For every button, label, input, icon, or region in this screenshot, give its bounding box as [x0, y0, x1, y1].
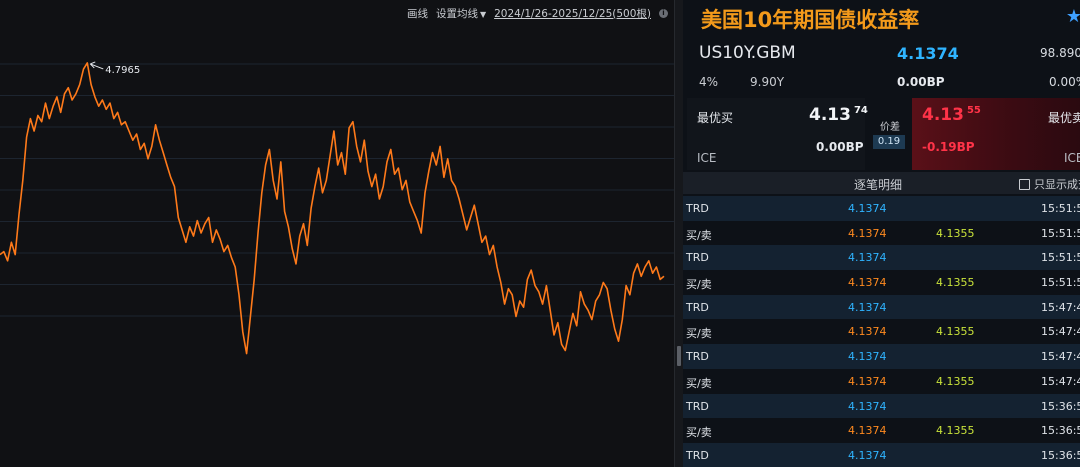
best-ask-change: -0.19BP: [922, 140, 975, 154]
spread-value: 0.19: [873, 135, 905, 149]
tick-time: 15:47:4: [1041, 325, 1080, 339]
tick-type: 买/卖: [686, 278, 712, 292]
clean-price: 98.8906: [1040, 46, 1080, 60]
tick-price-secondary: 4.1355: [936, 424, 975, 438]
best-ask-venue: ICE: [1064, 151, 1080, 165]
tick-detail-list[interactable]: TRD 4.1374 15:51:5 买/卖 4.1374 4.1355 15:51:5 TR…: [683, 196, 1080, 467]
tick-price: 4.1374: [848, 300, 887, 314]
tick-price: 4.1374: [848, 374, 887, 388]
tick-row[interactable]: TRD 4.1374 15:36:5: [683, 393, 1080, 419]
tick-price-secondary: 4.1355: [936, 325, 975, 339]
yield-series-line: [0, 62, 665, 355]
tick-price: 4.1374: [848, 448, 887, 462]
tick-row[interactable]: TRD 4.1374 15:47:4: [683, 294, 1080, 320]
tick-time: 15:51:5: [1041, 226, 1080, 240]
tick-time: 15:47:4: [1041, 300, 1080, 314]
best-bid-change: 0.00BP: [816, 140, 864, 154]
tick-row[interactable]: TRD 4.1374 15:47:4: [683, 344, 1080, 369]
tick-row[interactable]: 买/卖 4.1374 4.1355 15:47:4: [683, 319, 1080, 345]
tick-price: 4.1374: [848, 251, 887, 265]
tick-price-secondary: 4.1355: [936, 276, 975, 290]
best-ask-label: 最优卖: [1048, 111, 1080, 125]
tick-type: 买/卖: [686, 426, 712, 440]
max-marker-arrow-icon: [89, 61, 104, 70]
max-value-label: 4.7965: [105, 65, 140, 76]
best-ask-price: 4.13 55: [922, 105, 981, 125]
tick-row[interactable]: TRD 4.1374 15:36:5: [683, 442, 1080, 467]
tick-row[interactable]: TRD 4.1374 15:51:5: [683, 245, 1080, 271]
best-bid-ask: 最优买 4.13 74 0.00BP ICE 价差 0.19 4.13 55 -0.…: [683, 98, 1080, 170]
tick-price: 4.1374: [848, 350, 887, 364]
tick-time: 15:36:5: [1041, 424, 1080, 438]
tick-time: 15:36:5: [1041, 448, 1080, 462]
tick-time: 15:47:4: [1041, 350, 1080, 364]
tick-row[interactable]: 买/卖 4.1374 4.1355 15:36:5: [683, 418, 1080, 443]
tick-type: TRD: [686, 448, 709, 462]
chart-toolbar: 画线 设置均线 ▼ 2024/1/26-2025/12/25(500根) i: [407, 5, 668, 21]
instrument-title: 美国10年期国债收益率: [701, 8, 920, 32]
tick-type: TRD: [686, 300, 709, 314]
tick-time: 15:51:5: [1041, 276, 1080, 290]
tick-detail-header: 逐笔明细 只显示成交: [683, 172, 1080, 194]
tick-type: 买/卖: [686, 376, 712, 390]
best-bid-price: 4.13 74: [809, 105, 868, 125]
moving-average-button[interactable]: 设置均线 ▼: [436, 6, 486, 21]
tick-price-secondary: 4.1355: [936, 226, 975, 240]
spread-label: 价差: [880, 122, 900, 133]
tick-row[interactable]: 买/卖 4.1374 4.1355 15:47:4: [683, 368, 1080, 394]
yield-change: 0.00BP: [897, 75, 945, 89]
moving-average-label: 设置均线: [435, 7, 478, 20]
best-ask-box[interactable]: 4.13 55 -0.19BP 最优卖 ICE: [912, 98, 1080, 170]
tick-row[interactable]: TRD 4.1374 15:51:5: [683, 196, 1080, 221]
yield-line-chart[interactable]: 4.7965: [0, 0, 674, 467]
best-ask-price-tail: 55: [966, 105, 981, 116]
best-ask-price-main: 4.13: [922, 105, 964, 125]
tick-row[interactable]: 买/卖 4.1374 4.1355 15:51:5: [683, 220, 1080, 246]
instrument-symbol: US10Y.GBM: [699, 43, 796, 63]
chart-panel[interactable]: 4.7965 画线 设置均线 ▼ 2024/1/26-2025/12/25(500…: [0, 0, 674, 467]
date-range-selector[interactable]: 2024/1/26-2025/12/25(500根): [494, 6, 651, 21]
tick-detail-title: 逐笔明细: [854, 178, 903, 192]
trades-only-toggle[interactable]: 只显示成交: [1019, 176, 1080, 192]
chevron-down-icon: ▼: [479, 9, 487, 19]
coupon-rate: 4%: [699, 75, 719, 89]
tick-row[interactable]: 买/卖 4.1374 4.1355 15:51:5: [683, 270, 1080, 295]
draw-line-button[interactable]: 画线: [407, 6, 428, 21]
tick-time: 15:51:5: [1041, 202, 1080, 215]
tick-price: 4.1374: [848, 226, 887, 240]
tick-type: TRD: [686, 399, 709, 413]
best-bid-price-main: 4.13: [809, 105, 851, 125]
best-bid-label: 最优买: [697, 111, 734, 125]
trades-only-label: 只显示成交: [1034, 178, 1080, 191]
tick-price: 4.1374: [848, 276, 887, 290]
tick-price: 4.1374: [848, 325, 887, 339]
tick-price: 4.1374: [848, 202, 887, 215]
tick-price: 4.1374: [848, 424, 887, 438]
star-icon[interactable]: ★: [1066, 6, 1080, 27]
info-icon[interactable]: i: [659, 8, 668, 18]
years-to-maturity: 9.90Y: [750, 75, 785, 89]
tick-time: 15:47:4: [1041, 374, 1080, 388]
splitter-grip-icon[interactable]: [677, 346, 681, 366]
best-bid-box[interactable]: 最优买 4.13 74 0.00BP ICE: [687, 98, 868, 170]
tick-time: 15:36:5: [1041, 399, 1080, 413]
tick-type: 买/卖: [686, 327, 712, 341]
tick-price-secondary: 4.1355: [936, 374, 975, 388]
tick-price: 4.1374: [848, 399, 887, 413]
best-bid-venue: ICE: [697, 151, 717, 165]
tick-type: 买/卖: [686, 228, 712, 242]
quote-panel: 美国10年期国债收益率 ★ US10Y.GBM 4.1374 98.8906 4…: [683, 0, 1080, 467]
last-yield: 4.1374: [897, 44, 959, 63]
tick-type: TRD: [686, 202, 709, 215]
tick-type: TRD: [686, 251, 709, 265]
percent-change: 0.00%: [1049, 75, 1080, 89]
tick-time: 15:51:5: [1041, 251, 1080, 265]
tick-type: TRD: [686, 350, 709, 364]
checkbox-icon[interactable]: [1019, 178, 1030, 190]
best-bid-price-tail: 74: [853, 105, 868, 116]
